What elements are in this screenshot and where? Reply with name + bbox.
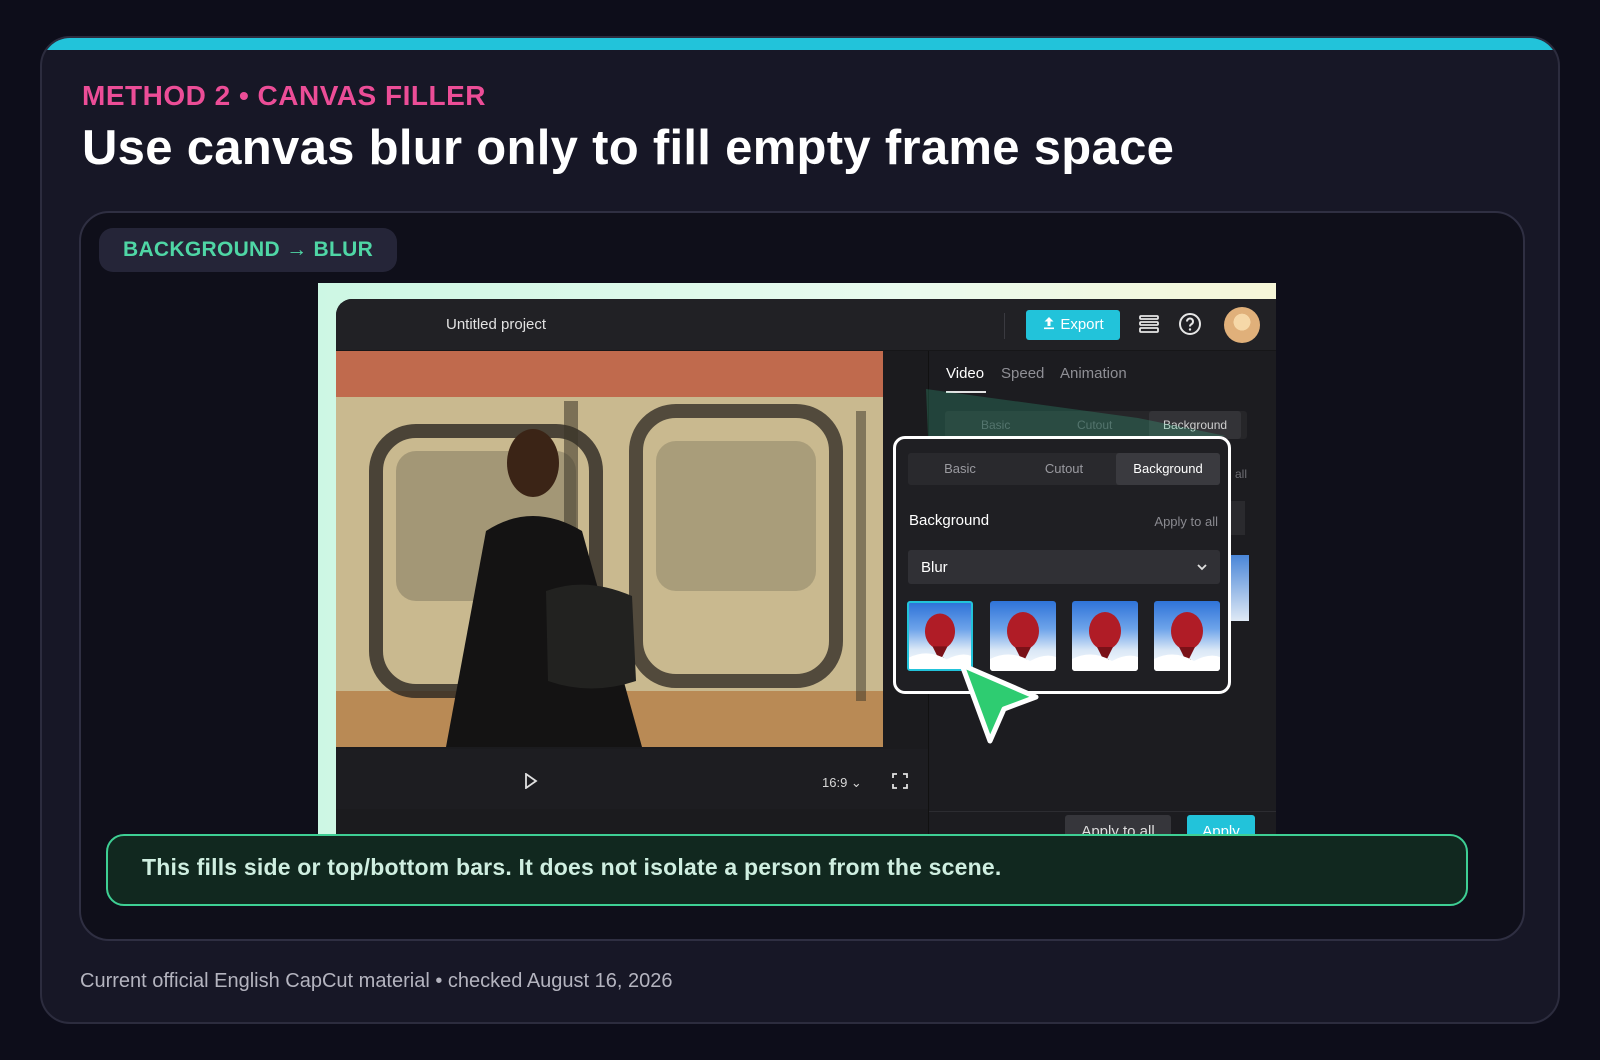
- layers-icon[interactable]: [1136, 311, 1162, 337]
- play-icon[interactable]: [524, 773, 538, 789]
- project-title[interactable]: Untitled project: [446, 316, 546, 333]
- video-scene: [336, 351, 883, 747]
- video-frame: [336, 351, 883, 747]
- aspect-ratio-selector[interactable]: 16:9 ⌄: [822, 775, 862, 791]
- preview-controls: 16:9 ⌄: [336, 749, 928, 809]
- accent-bar: [42, 38, 1558, 50]
- ghost-tab-basic: Basic: [981, 418, 1011, 432]
- source-footer: Current official English CapCut material…: [80, 970, 673, 992]
- callout-text: This fills side or top/bottom bars. It d…: [142, 854, 1002, 880]
- help-icon[interactable]: [1177, 311, 1203, 337]
- aspect-ratio-value: 16:9: [822, 775, 848, 790]
- avatar[interactable]: [1224, 307, 1260, 343]
- toolbar-divider: [1004, 313, 1005, 339]
- blur-thumbnail-4[interactable]: [1154, 601, 1220, 671]
- tab-speed[interactable]: Speed: [1001, 365, 1044, 382]
- headline: Use canvas blur only to fill empty frame…: [82, 121, 1175, 175]
- zoomed-background-panel: Basic Cutout Background Background Apply…: [893, 436, 1231, 694]
- segment-control-background: Basic Cutout Background: [945, 411, 1247, 439]
- segment-cutout[interactable]: Cutout: [1012, 453, 1116, 485]
- ghost-tab-background: Background: [1149, 411, 1242, 439]
- ghost-apply-to-all: all: [1235, 467, 1248, 481]
- fullscreen-icon[interactable]: [892, 773, 908, 789]
- panel-divider: [929, 811, 1276, 812]
- capcut-screenshot: Untitled project Export 16:9 ⌄ Video Spe…: [318, 283, 1276, 839]
- segment-background[interactable]: Background: [1116, 453, 1220, 485]
- export-label: Export: [1060, 316, 1104, 333]
- select-value: Blur: [921, 559, 948, 576]
- ghost-tab-cutout: Cutout: [1077, 418, 1113, 432]
- blur-thumbnail-3[interactable]: [1072, 601, 1138, 671]
- apply-to-all-link[interactable]: Apply to all: [1154, 514, 1218, 529]
- slide-card: METHOD 2 • CANVAS FILLER Use canvas blur…: [40, 36, 1560, 1024]
- cursor-icon: [959, 662, 1039, 744]
- ghost-thumbnail: [1231, 555, 1249, 621]
- editor-top-bar: Untitled project Export: [336, 299, 1276, 351]
- export-button[interactable]: Export: [1026, 310, 1120, 340]
- upload-icon: [1044, 317, 1055, 330]
- background-section-label: Background: [909, 512, 990, 529]
- path-pill: BACKGROUND → BLUR: [99, 228, 398, 272]
- tab-underline: [946, 391, 986, 393]
- screenshot-panel: BACKGROUND → BLUR Untitled project Expor…: [79, 211, 1525, 941]
- tab-video[interactable]: Video: [946, 365, 984, 382]
- chevron-down-icon: [1197, 564, 1207, 571]
- eyebrow-label: METHOD 2 • CANVAS FILLER: [82, 80, 486, 111]
- callout-note: This fills side or top/bottom bars. It d…: [106, 834, 1468, 906]
- segment-basic[interactable]: Basic: [908, 453, 1012, 485]
- tab-animation[interactable]: Animation: [1060, 365, 1127, 382]
- background-type-select[interactable]: Blur: [908, 550, 1220, 584]
- segment-control: Basic Cutout Background: [908, 453, 1220, 485]
- ghost-select: [1229, 501, 1245, 535]
